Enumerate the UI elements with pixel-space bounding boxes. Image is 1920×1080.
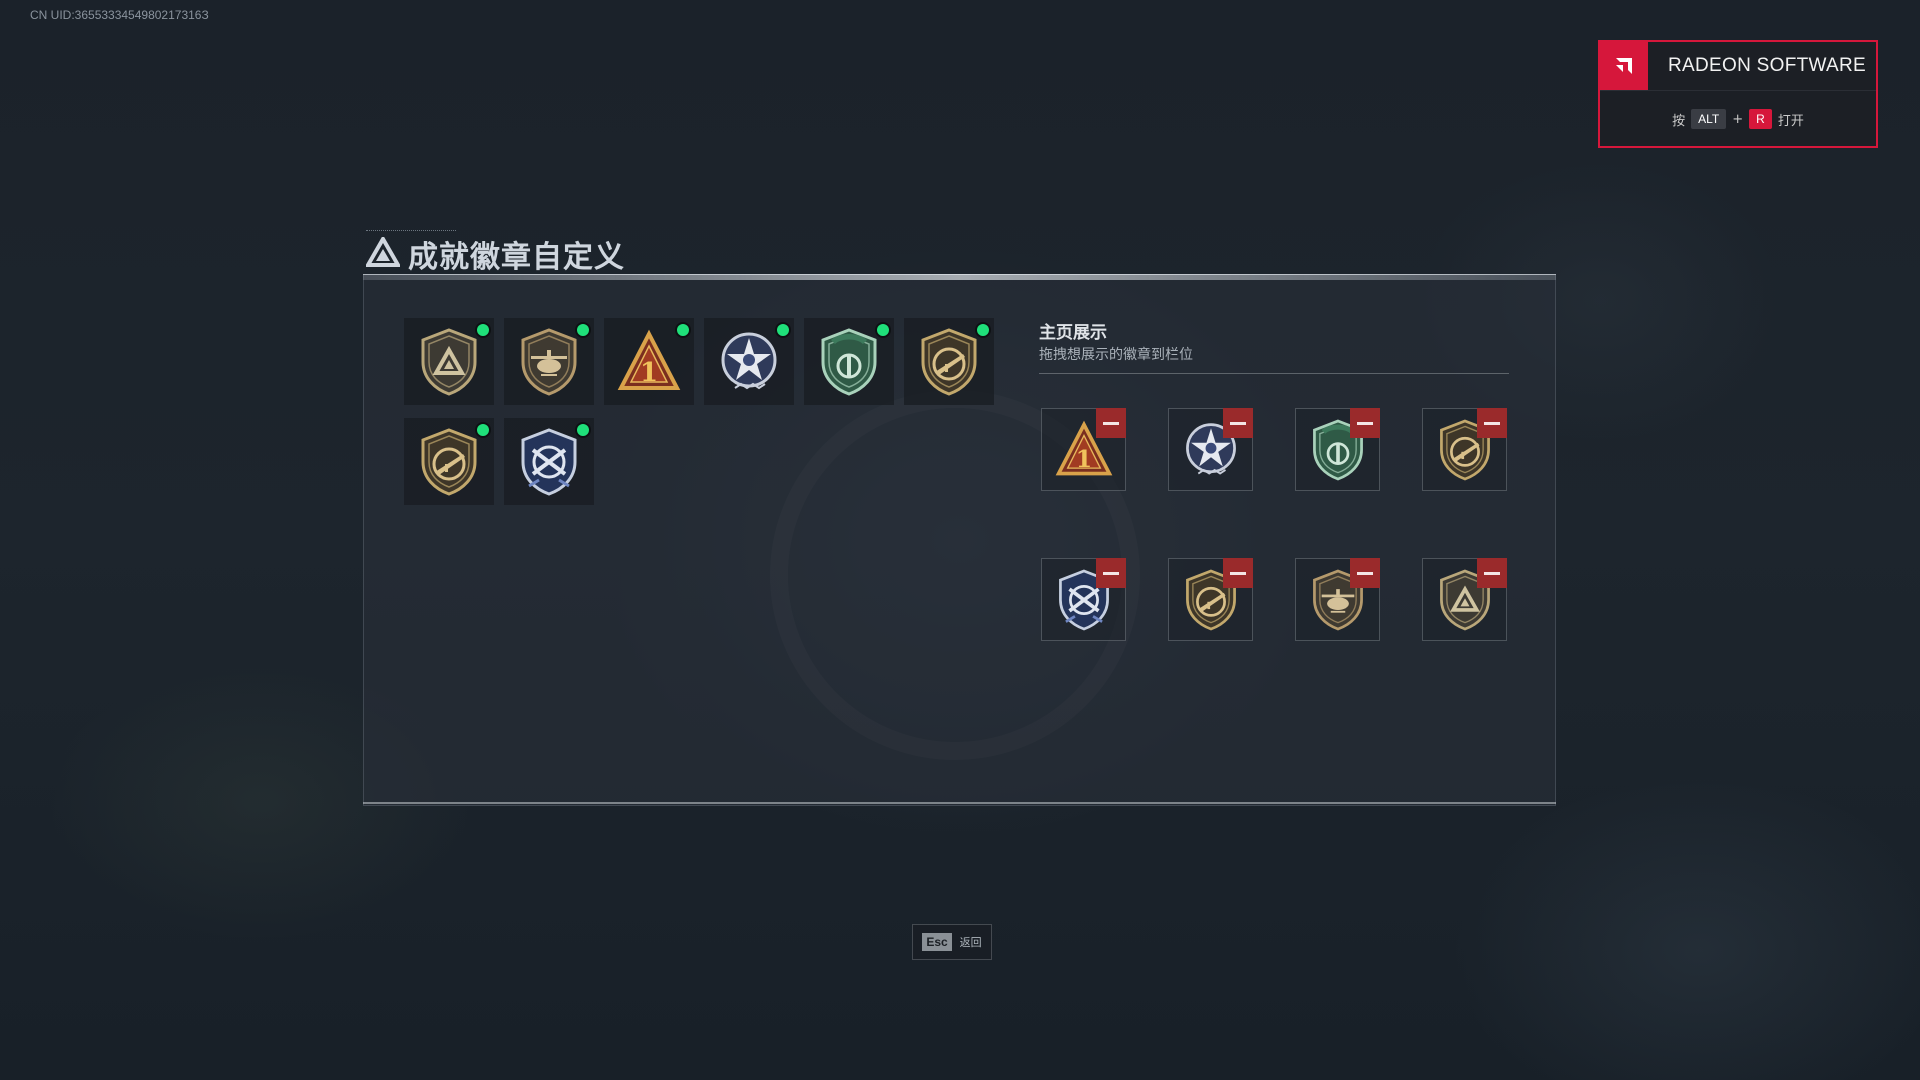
inventory-badge-slot[interactable] <box>504 418 594 505</box>
delta-logo-icon <box>364 234 402 271</box>
radeon-overlay: RADEON SOFTWARE 按 ALT + R 打开 <box>1598 40 1878 148</box>
equipped-indicator <box>977 324 989 336</box>
r-key: R <box>1749 109 1772 129</box>
equipped-indicator <box>877 324 889 336</box>
showcase-slot[interactable] <box>1295 408 1380 491</box>
showcase-slot[interactable] <box>1295 558 1380 641</box>
remove-badge-button[interactable] <box>1477 408 1507 438</box>
inventory-badge-slot[interactable]: 1 <box>604 318 694 405</box>
remove-badge-button[interactable] <box>1350 408 1380 438</box>
inventory-badge-slot[interactable] <box>404 418 494 505</box>
remove-badge-button[interactable] <box>1223 558 1253 588</box>
inventory-badge-slot[interactable] <box>804 318 894 405</box>
showcase-slot[interactable] <box>1168 558 1253 641</box>
equipped-indicator <box>577 424 589 436</box>
page-title: 成就徽章自定义 <box>364 232 625 276</box>
svg-text:1: 1 <box>640 358 658 388</box>
minus-icon <box>1357 421 1373 425</box>
esc-key: Esc <box>922 933 952 951</box>
inventory-badge-slot[interactable] <box>404 318 494 405</box>
panel-bottom-line <box>363 802 1556 804</box>
hint-plus: + <box>1732 111 1744 127</box>
equipped-indicator <box>577 324 589 336</box>
helicopter-badge-icon <box>517 326 581 398</box>
remove-badge-button[interactable] <box>1096 408 1126 438</box>
svg-text:1: 1 <box>1075 445 1091 473</box>
inventory-badge-slot[interactable] <box>704 318 794 405</box>
minus-icon <box>1357 571 1373 575</box>
remove-badge-button[interactable] <box>1223 408 1253 438</box>
showcase-slot[interactable]: 1 <box>1041 408 1126 491</box>
uid-label: CN UID:3655333454980217316З <box>30 8 209 22</box>
rifle-shield-badge-icon <box>917 326 981 398</box>
alt-key: ALT <box>1691 109 1727 129</box>
page-title-text: 成就徽章自定义 <box>408 240 625 275</box>
showcase-title: 主页展示 <box>1039 323 1107 343</box>
equipped-indicator <box>477 324 489 336</box>
minus-icon <box>1484 421 1500 425</box>
minus-icon <box>1230 571 1246 575</box>
rifle-shield-badge-icon <box>417 426 481 498</box>
shield-triangle-badge-icon <box>417 326 481 398</box>
hint-press: 按 <box>1672 113 1686 129</box>
radeon-hint: 按 ALT + R 打开 <box>1600 91 1876 147</box>
showcase-slot[interactable] <box>1422 408 1507 491</box>
showcase-slot[interactable] <box>1041 558 1126 641</box>
panel-top-bar <box>363 274 1556 280</box>
amd-logo-icon <box>1600 42 1648 90</box>
showcase-subtitle: 拖拽想展示的徽章到栏位 <box>1039 347 1193 363</box>
inventory-badge-slot[interactable] <box>504 318 594 405</box>
back-label: 返回 <box>959 936 982 949</box>
minus-icon <box>1230 421 1246 425</box>
minus-icon <box>1103 421 1119 425</box>
remove-badge-button[interactable] <box>1477 558 1507 588</box>
equipped-indicator <box>477 424 489 436</box>
minus-icon <box>1103 571 1119 575</box>
inventory-badge-slot[interactable] <box>904 318 994 405</box>
minus-icon <box>1484 571 1500 575</box>
back-button[interactable]: Esc 返回 <box>912 924 992 960</box>
equipped-indicator <box>677 324 689 336</box>
equipped-indicator <box>777 324 789 336</box>
remove-badge-button[interactable] <box>1350 558 1380 588</box>
remove-badge-button[interactable] <box>1096 558 1126 588</box>
star-wings-badge-icon <box>717 326 781 398</box>
hint-open: 打开 <box>1777 113 1804 129</box>
green-shield-badge-icon <box>817 326 881 398</box>
number-one-triangle-badge-icon: 1 <box>617 326 681 398</box>
blue-crest-badge-icon <box>517 426 581 498</box>
showcase-slot[interactable] <box>1168 408 1253 491</box>
showcase-slot[interactable] <box>1422 558 1507 641</box>
showcase-divider <box>1039 373 1509 374</box>
radeon-title: RADEON SOFTWARE <box>1668 55 1867 76</box>
